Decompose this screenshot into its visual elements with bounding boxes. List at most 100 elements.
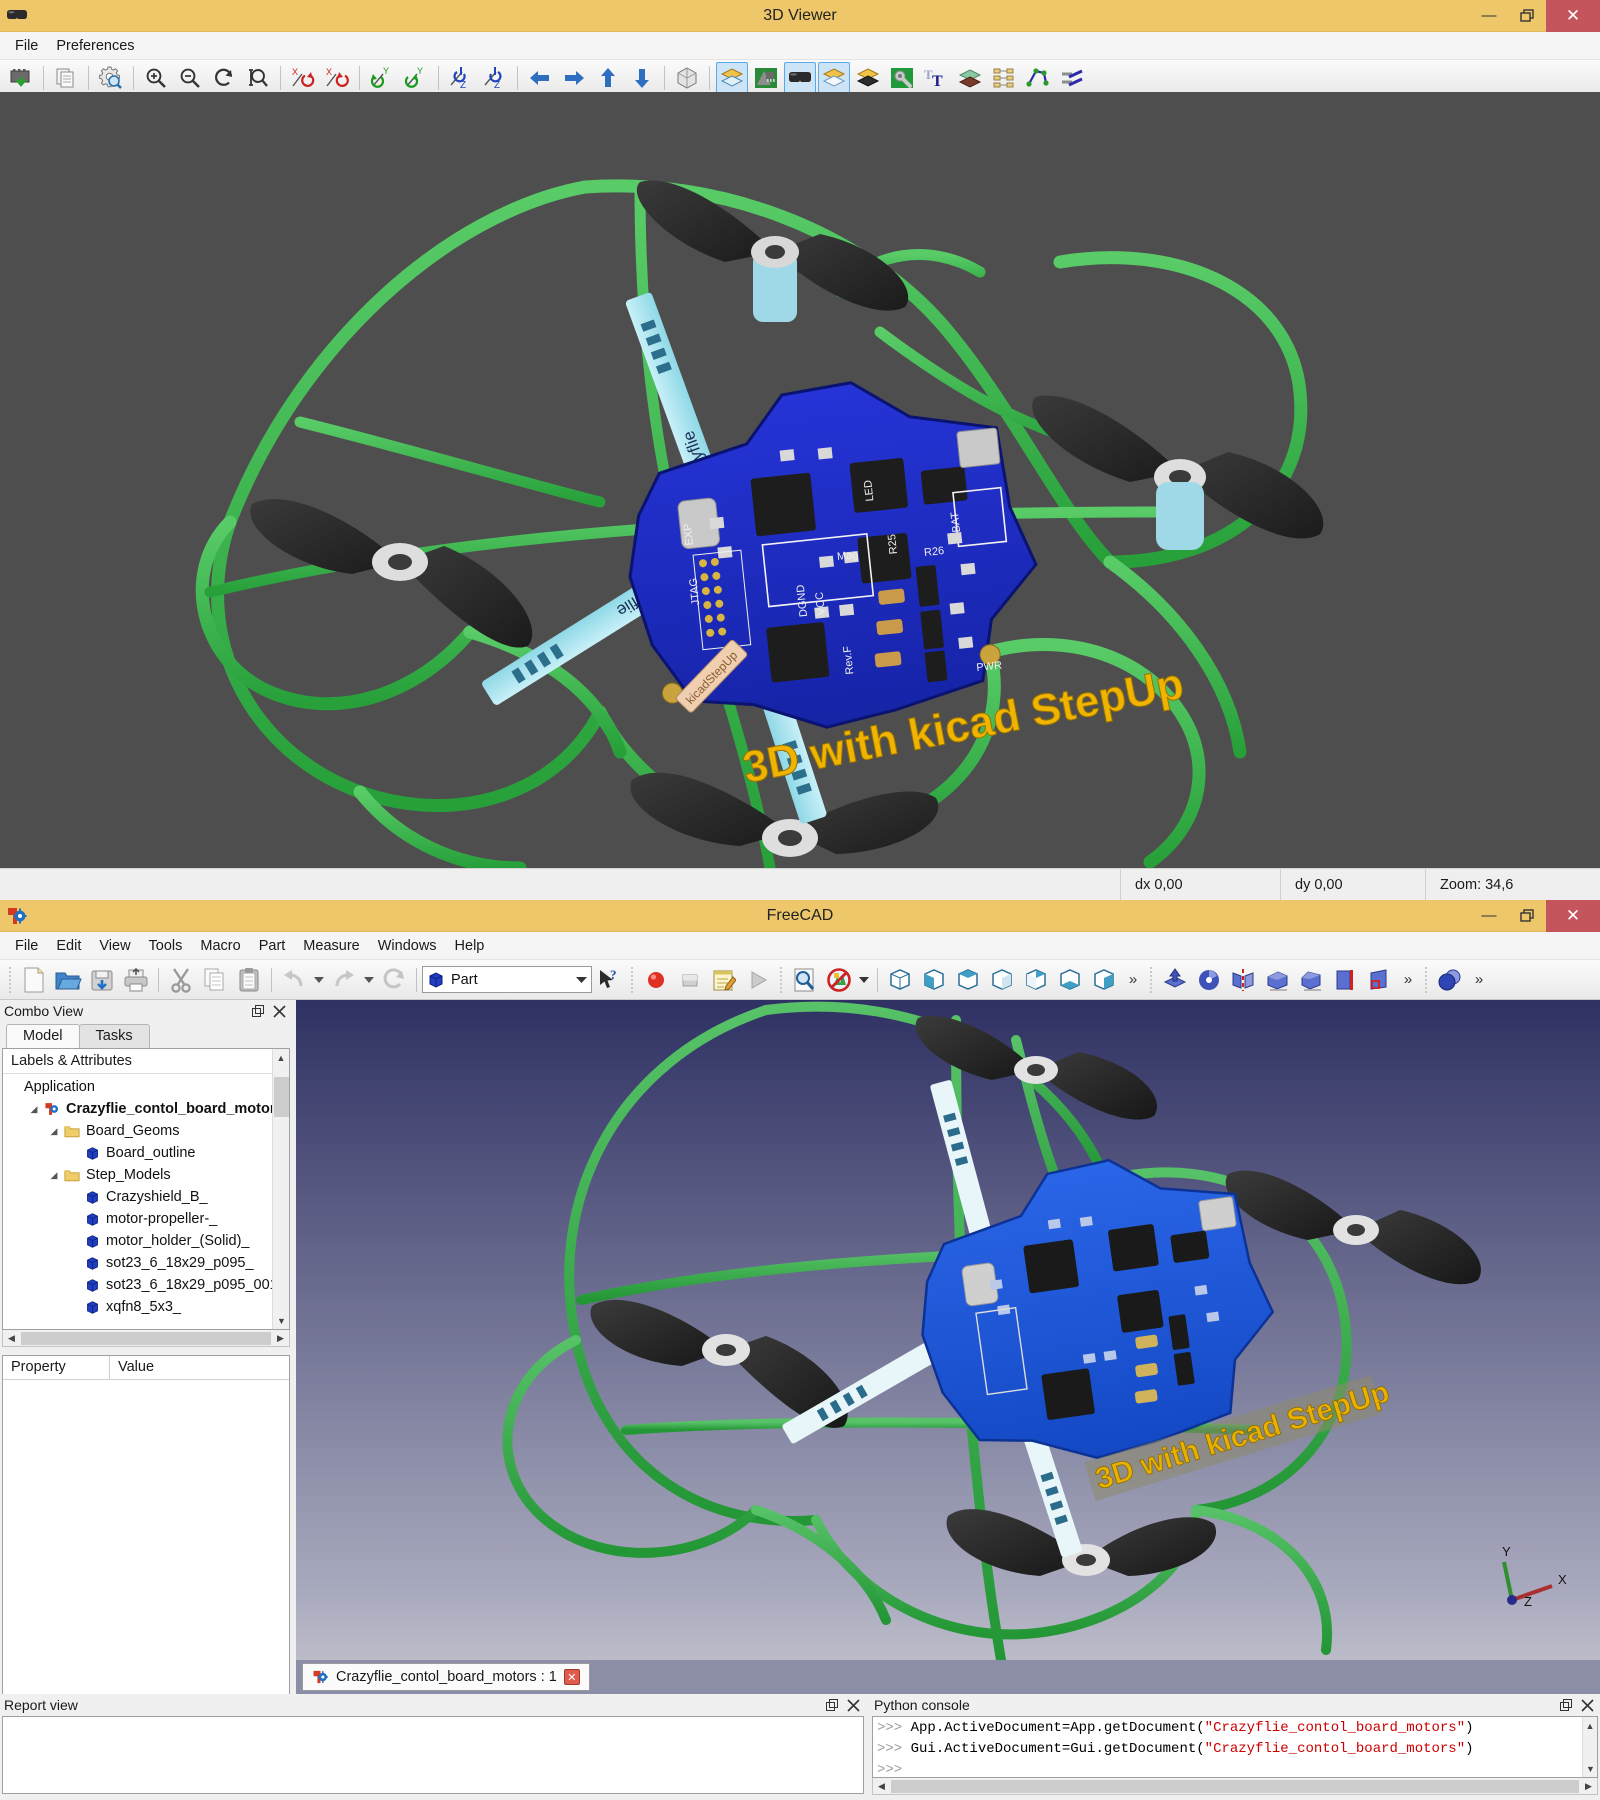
rotate-x-neg-icon[interactable]: X [287, 62, 319, 94]
viewer-close-button[interactable]: ✕ [1546, 0, 1600, 32]
show-copper-layers-icon[interactable] [716, 61, 748, 94]
zoom-fit-icon[interactable] [242, 62, 274, 94]
freecad-close-button[interactable]: ✕ [1546, 899, 1600, 932]
report-view-content[interactable] [2, 1716, 864, 1794]
chamfer-icon[interactable] [1295, 964, 1327, 996]
move-right-icon[interactable] [558, 62, 590, 94]
close-icon[interactable] [273, 1004, 286, 1018]
rotate-y-pos-icon[interactable]: Y [400, 62, 432, 94]
revolve-icon[interactable] [1193, 964, 1225, 996]
viewer-3d-canvas[interactable]: Crazyflie Crazyflie Crazyflie Crazyflie [0, 92, 1600, 868]
close-icon[interactable] [847, 1698, 860, 1712]
menu-windows[interactable]: Windows [369, 935, 446, 957]
show-solder-mask-icon[interactable] [852, 62, 884, 94]
mirror-icon[interactable] [1227, 964, 1259, 996]
hscroll-thumb[interactable] [891, 1779, 1579, 1793]
view-toolbar-overflow-icon[interactable]: » [1122, 964, 1144, 996]
menu-measure[interactable]: Measure [294, 935, 368, 957]
console-vertical-scrollbar[interactable]: ▲ ▼ [1582, 1717, 1597, 1777]
move-down-icon[interactable] [626, 62, 658, 94]
menu-macro[interactable]: Macro [191, 935, 249, 957]
tree-item-step-models[interactable]: ◢ Step_Models [3, 1164, 289, 1186]
rotate-x-pos-icon[interactable]: X [321, 62, 353, 94]
viewer-menu-file[interactable]: File [6, 35, 47, 57]
tree-item-crazyshield-b[interactable]: Crazyshield_B_ [3, 1186, 289, 1208]
menu-part[interactable]: Part [250, 935, 295, 957]
scroll-down-icon[interactable]: ▼ [273, 1312, 289, 1329]
menu-help[interactable]: Help [446, 935, 494, 957]
load-board-icon[interactable] [5, 62, 37, 94]
scroll-left-icon[interactable]: ◀ [3, 1333, 20, 1344]
tree-item-motor-propeller[interactable]: motor-propeller-_ [3, 1208, 289, 1230]
document-tab-close-icon[interactable]: ✕ [563, 1669, 580, 1685]
zoom-out-icon[interactable] [174, 62, 206, 94]
fit-all-icon[interactable] [789, 964, 821, 996]
loft-icon[interactable] [1363, 964, 1395, 996]
scroll-up-icon[interactable]: ▲ [1583, 1717, 1597, 1734]
tree-expander-icon[interactable]: ◢ [27, 1104, 41, 1115]
toolbar-grip-4[interactable] [1148, 966, 1155, 993]
chevron-down-icon[interactable] [576, 976, 587, 984]
rear-view-icon[interactable] [1020, 964, 1052, 996]
preferences-icon[interactable] [95, 62, 127, 94]
fillet-icon[interactable] [1261, 964, 1293, 996]
copy-icon[interactable] [199, 964, 231, 996]
paste-icon[interactable] [233, 964, 265, 996]
menu-tools[interactable]: Tools [140, 935, 192, 957]
freecad-minimize-button[interactable]: — [1470, 900, 1508, 932]
close-icon[interactable] [1581, 1698, 1594, 1712]
draw-style-icon[interactable] [823, 964, 855, 996]
undock-icon[interactable] [252, 1004, 265, 1018]
tree-item-motor-holder-solid[interactable]: motor_holder_(Solid)_ [3, 1230, 289, 1252]
freecad-restore-button[interactable] [1508, 900, 1546, 932]
part-toolbar-overflow-icon[interactable]: » [1397, 964, 1419, 996]
show-axis-icon[interactable] [988, 62, 1020, 94]
scroll-thumb[interactable] [274, 1077, 289, 1117]
left-view-icon[interactable] [1088, 964, 1120, 996]
show-silkscreen-icon[interactable] [818, 61, 850, 94]
move-left-icon[interactable] [524, 62, 556, 94]
macro-record-icon[interactable] [640, 964, 672, 996]
boolean-toolbar-overflow-icon[interactable]: » [1468, 964, 1490, 996]
scroll-down-icon[interactable]: ▼ [1583, 1760, 1597, 1777]
undock-icon[interactable] [826, 1698, 839, 1712]
draw-style-dropdown-icon[interactable] [857, 964, 871, 996]
document-tab[interactable]: Crazyflie_contol_board_motors : 1 ✕ [302, 1663, 590, 1691]
orthographic-icon[interactable] [671, 62, 703, 94]
macro-stop-icon[interactable] [674, 964, 706, 996]
rotate-y-neg-icon[interactable]: Y [366, 62, 398, 94]
tree-item-sot23-6-18x29-p095-001[interactable]: sot23_6_18x29_p095_001 [3, 1274, 289, 1296]
tree-item-board-geoms[interactable]: ◢ Board_Geoms [3, 1120, 289, 1142]
tree-vertical-scrollbar[interactable]: ▲ ▼ [272, 1049, 289, 1329]
tree-item-crazyflie-contol-board-motors[interactable]: ◢ Crazyflie_contol_board_motors [3, 1098, 289, 1120]
open-document-icon[interactable] [52, 964, 84, 996]
macro-execute-icon[interactable] [742, 964, 774, 996]
undo-dropdown-icon[interactable] [312, 964, 326, 996]
scroll-right-icon[interactable]: ▶ [272, 1333, 289, 1344]
workbench-selector[interactable]: Part [422, 966, 592, 993]
show-eco-layers-icon[interactable] [954, 62, 986, 94]
macro-edit-icon[interactable] [708, 964, 740, 996]
tab-model[interactable]: Model [6, 1024, 80, 1048]
tree-item-sot23-6-18x29-p095[interactable]: sot23_6_18x29_p095_ [3, 1252, 289, 1274]
scroll-right-icon[interactable]: ▶ [1580, 1781, 1597, 1792]
model-tree[interactable]: Labels & Attributes Application ◢ Crazyfli… [2, 1048, 290, 1330]
tree-expander-icon[interactable]: ◢ [47, 1126, 61, 1137]
save-document-icon[interactable] [86, 964, 118, 996]
freecad-3d-view[interactable]: 3D with kicad StepUp Y X Z [296, 1000, 1600, 1660]
menu-edit[interactable]: Edit [47, 935, 90, 957]
rotate-z-pos-icon[interactable]: Z [479, 62, 511, 94]
top-view-icon[interactable] [952, 964, 984, 996]
show-zones-icon[interactable] [1022, 62, 1054, 94]
show-ratsnest-icon[interactable] [1056, 62, 1088, 94]
redraw-icon[interactable] [208, 62, 240, 94]
toolbar-grip[interactable] [7, 966, 14, 993]
extrude-icon[interactable] [1159, 964, 1191, 996]
scroll-up-icon[interactable]: ▲ [273, 1049, 289, 1066]
viewer-menu-preferences[interactable]: Preferences [47, 35, 143, 57]
right-view-icon[interactable] [986, 964, 1018, 996]
zoom-in-icon[interactable] [140, 62, 172, 94]
ruled-surface-icon[interactable] [1329, 964, 1361, 996]
hscroll-thumb[interactable] [21, 1331, 271, 1345]
menu-file[interactable]: File [6, 935, 47, 957]
